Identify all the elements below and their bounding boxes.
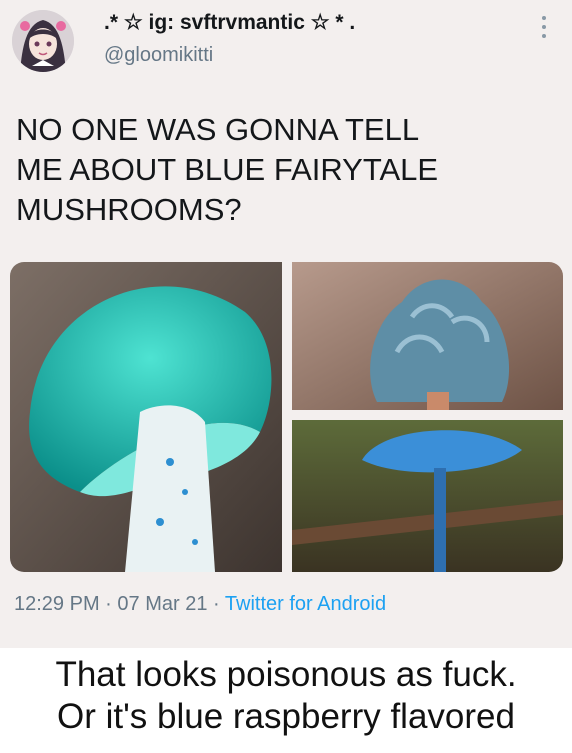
- tweet-source-link[interactable]: Twitter for Android: [225, 593, 386, 615]
- tweet-card: .* ☆ ig: svftrvmantic ☆ * . @gloomikitti…: [0, 0, 572, 648]
- more-options-icon[interactable]: [540, 16, 548, 42]
- media-grid: [10, 262, 563, 572]
- user-handle[interactable]: @gloomikitti: [104, 44, 213, 67]
- meta-separator: ·: [213, 593, 220, 615]
- caption-line-1: That looks poisonous as fuck.: [55, 655, 517, 694]
- caption-line-2: Or it's blue raspberry flavored: [57, 697, 515, 736]
- avatar[interactable]: [12, 10, 74, 72]
- tweet-text: NO ONE WAS GONNA TELL ME ABOUT BLUE FAIR…: [16, 112, 439, 227]
- blue-mushroom-curled-cap-photo[interactable]: [292, 262, 563, 410]
- tweet-date[interactable]: 07 Mar 21: [117, 593, 207, 615]
- blue-mushroom-closeup-photo[interactable]: [10, 262, 282, 572]
- tweet-meta: 12:29 PM · 07 Mar 21 · Twitter for Andro…: [14, 593, 386, 616]
- meta-separator: ·: [105, 593, 112, 615]
- display-name[interactable]: .* ☆ ig: svftrvmantic ☆ * .: [104, 10, 355, 35]
- tweet-time[interactable]: 12:29 PM: [14, 593, 100, 615]
- meme-caption: That looks poisonous as fuck. Or it's bl…: [0, 654, 572, 738]
- anime-avatar-icon: [12, 10, 74, 72]
- blue-mushroom-forest-photo[interactable]: [292, 420, 563, 572]
